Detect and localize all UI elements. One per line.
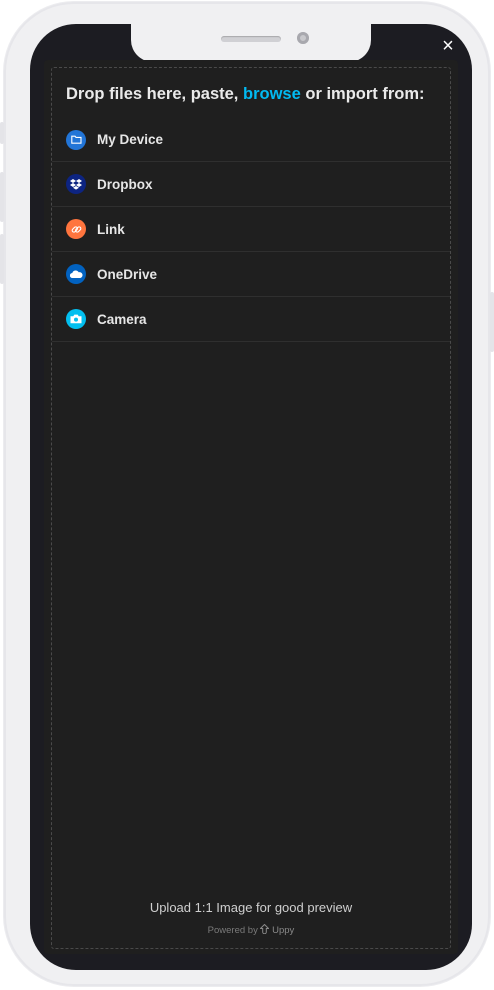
provider-my-device[interactable]: My Device [52, 118, 450, 162]
title-text-end: or import from: [305, 85, 425, 103]
dropzone-title: Drop files here, paste, browse or import… [66, 85, 446, 104]
drop-zone[interactable]: Drop files here, paste, browse or import… [51, 67, 451, 949]
camera-icon [66, 309, 86, 329]
phone-frame: × Drop files here, paste, browse or impo… [0, 2, 494, 986]
phone-volume-down-button [0, 234, 4, 284]
phone-power-button [490, 292, 494, 352]
uppy-dashboard: Drop files here, paste, browse or import… [44, 60, 458, 954]
powered-by-text: Powered by [207, 925, 258, 936]
uppy-logo-icon [259, 923, 272, 936]
provider-link[interactable]: Link [52, 207, 450, 252]
dropbox-icon [66, 174, 86, 194]
provider-label-camera: Camera [97, 311, 147, 327]
uppy-brand-label: Uppy [272, 925, 295, 936]
phone-volume-up-button [0, 172, 4, 222]
browse-link[interactable]: browse [243, 85, 301, 103]
provider-camera[interactable]: Camera [52, 297, 450, 342]
upload-note: Upload 1:1 Image for good preview [149, 900, 353, 915]
provider-label-link: Link [97, 221, 125, 237]
provider-onedrive[interactable]: OneDrive [52, 252, 450, 297]
provider-label-dropbox: Dropbox [97, 176, 153, 192]
link-icon [66, 219, 86, 239]
close-button[interactable]: × [438, 36, 458, 56]
phone-screen: × Drop files here, paste, browse or impo… [30, 24, 472, 970]
folder-icon [66, 129, 86, 150]
phone-side-button [0, 122, 4, 144]
phone-notch [131, 24, 371, 62]
provider-label-my-device: My Device [97, 132, 164, 147]
title-text-start: Drop files here, paste, [66, 85, 239, 103]
powered-by[interactable]: Powered by Uppy [52, 923, 450, 936]
speaker-icon [221, 36, 281, 42]
provider-list: My Device Dropbox Link OneDrive Camera [52, 118, 450, 342]
provider-label-onedrive: OneDrive [97, 266, 158, 282]
provider-dropbox[interactable]: Dropbox [52, 162, 450, 207]
onedrive-icon [66, 264, 86, 284]
front-camera-icon [297, 32, 309, 44]
